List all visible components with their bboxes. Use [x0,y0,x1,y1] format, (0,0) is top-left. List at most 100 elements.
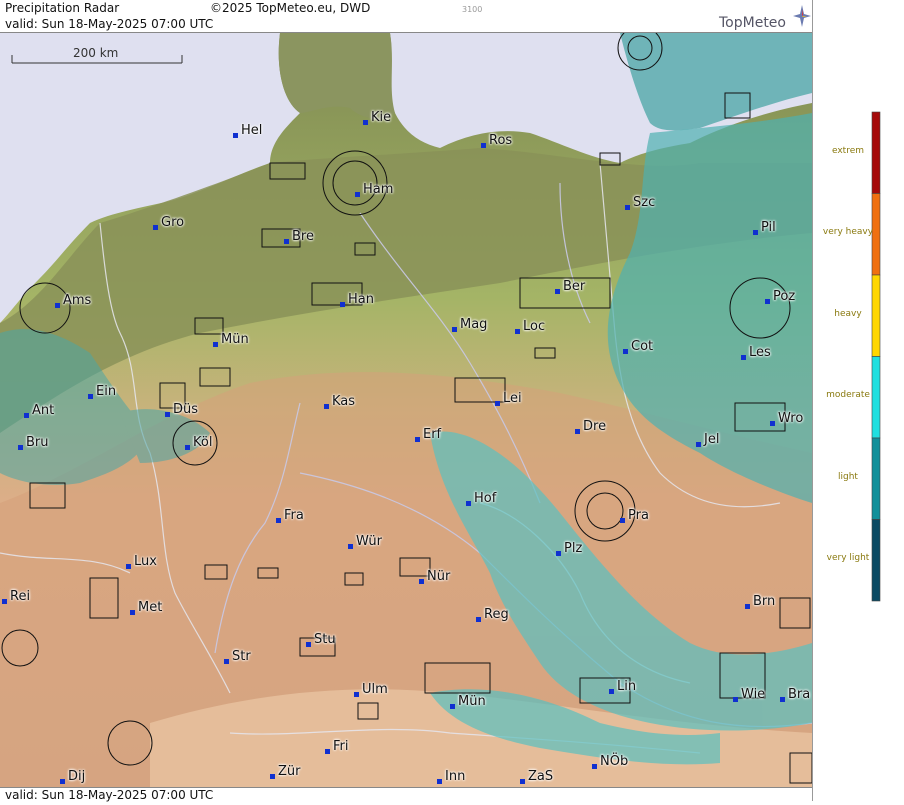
topmeteo-logo[interactable]: TopMeteo [719,5,811,31]
logo-text: TopMeteo [719,15,786,31]
legend-label: extrem [831,145,865,156]
city-marker [556,551,561,556]
city-marker [520,779,525,784]
city-marker [130,610,135,615]
legend-label: moderate [826,390,870,401]
city-name: Kas [332,394,356,409]
city-marker [306,642,311,647]
city-name: Stu [314,632,336,647]
legend-label: very heavy [822,227,874,238]
city-name: ZaS [528,769,554,784]
city-marker [270,774,275,779]
city-name: Ant [32,403,55,418]
city-marker [324,404,329,409]
city-marker [450,704,455,709]
city-marker [575,429,580,434]
city-name: Han [348,292,374,307]
city-name: Gro [161,215,185,230]
city-marker [55,303,60,308]
city-name: Erf [423,427,442,442]
city-name: Poz [773,289,796,304]
city-marker [770,421,775,426]
city-name: Met [138,600,163,615]
city-name: Inn [445,769,466,784]
city-name: Ros [489,133,513,148]
city-name: Bre [292,229,314,244]
valid-time-bottom: valid: Sun 18-May-2025 07:00 UTC [5,788,214,802]
city-name: Ham [363,182,394,197]
city-name: Lux [134,554,157,569]
precipitation-legend: extrem very heavy heavy moderate light very l… [812,0,904,801]
city-name: Düs [173,402,199,417]
city-name: Ein [96,384,117,399]
scale-bar-label: 200 km [73,46,119,60]
city-marker [466,501,471,506]
map-header: Precipitation Radar ©2025 TopMeteo.eu, D… [0,0,812,33]
city-marker [780,697,785,702]
radar-map[interactable]: 200 km Hel Kie Ros Ham Szc Gro Bre Pil Ams Han Ber… [0,33,812,787]
city-name: Köl [193,435,213,450]
city-marker [60,779,65,784]
city-name: Reg [484,607,509,622]
city-marker [24,413,29,418]
city-name: Kie [371,110,392,125]
legend-label: very light [826,553,870,564]
city-marker [753,230,758,235]
denmark-land [278,33,395,119]
city-name: Lin [617,679,637,694]
city-marker [185,445,190,450]
city-marker [153,225,158,230]
city-marker [419,579,424,584]
city-name: Fra [284,508,304,523]
city-marker [354,692,359,697]
city-name: Str [232,649,251,664]
city-marker [165,412,170,417]
city-marker [555,289,560,294]
city-marker [284,239,289,244]
city-marker [623,349,628,354]
city-name: Ber [563,279,586,294]
city-marker [325,749,330,754]
city-name: Mün [221,332,249,347]
city-name: Lei [503,391,522,406]
city-marker [2,599,7,604]
city-marker [88,394,93,399]
city-marker [340,302,345,307]
city-name: Zür [278,764,301,779]
city-marker [363,120,368,125]
city-name: Wro [778,411,804,426]
city-marker [233,133,238,138]
valid-time-top: valid: Sun 18-May-2025 07:00 UTC [5,17,214,31]
city-name: Dij [68,769,86,784]
city-name: Loc [523,319,546,334]
city-marker [213,342,218,347]
map-code: 3100 [462,5,483,14]
city-marker [745,604,750,609]
legend-label: light [838,471,858,482]
city-marker [733,697,738,702]
city-marker [355,192,360,197]
city-name: Pil [761,220,776,235]
city-marker [18,445,23,450]
city-name: Ams [63,293,92,308]
city-name: Hel [241,123,263,138]
city-name: Brn [753,594,776,609]
city-marker [276,518,281,523]
city-name: NÖb [600,754,629,769]
city-name: Mag [460,317,488,332]
legend-colorbar [871,111,881,602]
city-name: Jel [704,432,720,447]
city-marker [452,327,457,332]
city-name: Bru [26,435,49,450]
map-canvas [0,33,812,787]
city-marker [592,764,597,769]
city-marker [126,564,131,569]
city-name: Wür [356,534,382,549]
map-title: Precipitation Radar [5,1,120,15]
city-marker [625,205,630,210]
city-name: Hof [474,491,497,506]
city-name: Pra [628,508,649,523]
city-marker [696,442,701,447]
copyright-text: ©2025 TopMeteo.eu, DWD [210,1,371,15]
city-marker [515,329,520,334]
